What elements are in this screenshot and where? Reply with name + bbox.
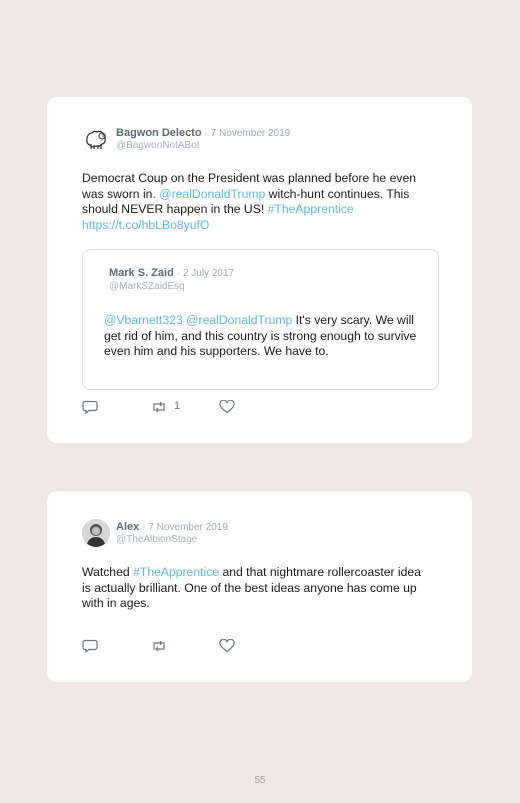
hashtag-link[interactable]: #TheApprentice: [133, 565, 219, 579]
author-line: Alex · 7 November 2019: [116, 521, 228, 533]
url-link[interactable]: https://t.co/hbLBo8yufO: [82, 218, 209, 232]
retweet-count: 1: [174, 400, 181, 412]
quote-author-name[interactable]: Mark S. Zaid: [109, 267, 174, 279]
author-name[interactable]: Bagwon Delecto: [116, 127, 202, 139]
mention-link[interactable]: @Vbarnett323: [104, 313, 183, 327]
hashtag-link[interactable]: #TheApprentice: [268, 202, 354, 216]
quoted-tweet[interactable]: Mark S. Zaid · 2 July 2017 @MarkSZaidEsq…: [82, 249, 439, 390]
author-handle[interactable]: @BagwonNotABot: [116, 140, 200, 151]
quote-date: · 2 July 2017: [176, 268, 235, 279]
author-handle[interactable]: @TheAlbionStage: [116, 534, 197, 545]
quote-author-handle[interactable]: @MarkSZaidEsq: [109, 281, 185, 292]
sheep-avatar-icon[interactable]: [82, 124, 110, 152]
like-icon[interactable]: [219, 638, 237, 653]
reply-icon[interactable]: [82, 639, 100, 654]
author-name[interactable]: Alex: [116, 521, 139, 533]
tweet-text-part: Watched: [82, 565, 134, 579]
tweet-date: · 7 November 2019: [204, 128, 291, 139]
reply-icon[interactable]: [82, 400, 100, 415]
quote-text: @Vbarnett323 @realDonaldTrump It's very …: [104, 313, 419, 360]
page-number: 55: [254, 775, 266, 786]
mention-link[interactable]: @realDonaldTrump: [159, 187, 265, 201]
person-avatar-icon[interactable]: [82, 519, 110, 547]
tweet-text: Democrat Coup on the President was plann…: [82, 171, 427, 233]
retweet-icon[interactable]: [150, 400, 168, 414]
mention-link[interactable]: @realDonaldTrump: [186, 313, 292, 327]
tweet-date: · 7 November 2019: [142, 522, 228, 533]
like-icon[interactable]: [219, 399, 237, 414]
tweet-card: Alex · 7 November 2019 @TheAlbionStage W…: [47, 491, 472, 682]
author-line: Bagwon Delecto · 7 November 2019: [116, 127, 290, 139]
tweet-card: Bagwon Delecto · 7 November 2019 @Bagwon…: [47, 97, 472, 443]
retweet-icon[interactable]: [150, 639, 168, 653]
quote-author-line: Mark S. Zaid · 2 July 2017: [109, 267, 234, 279]
tweet-text: Watched #TheApprentice and that nightmar…: [82, 565, 432, 612]
